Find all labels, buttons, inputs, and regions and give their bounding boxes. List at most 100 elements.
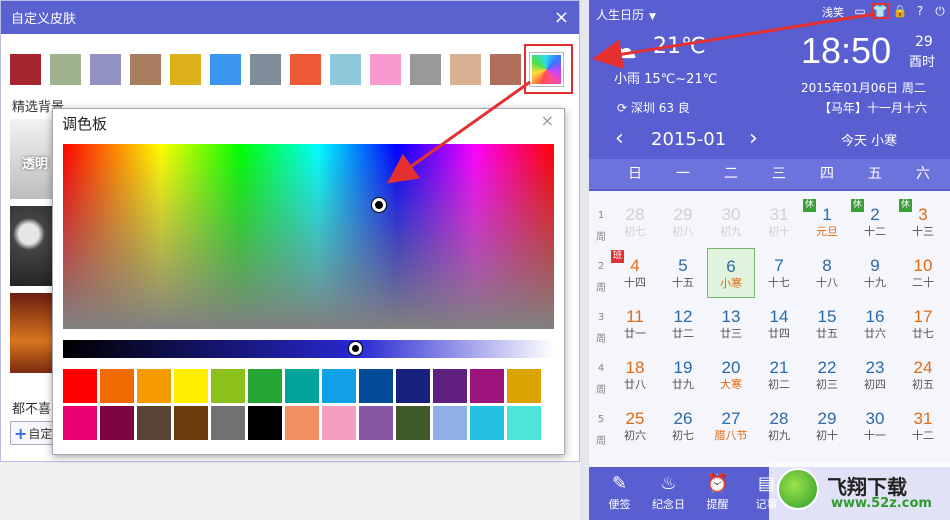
color-swatch[interactable] — [130, 54, 161, 85]
preset-color[interactable] — [137, 369, 171, 403]
skin-shirt-icon[interactable]: 👕 — [871, 3, 889, 19]
day-cell[interactable]: 7 十七 — [755, 248, 803, 298]
toolbar-button[interactable]: ✎ 便签 — [595, 467, 644, 520]
preset-color[interactable] — [248, 369, 282, 403]
day-cell[interactable]: 15 廿五 — [803, 299, 851, 349]
today-button[interactable]: 今天 小寒 — [841, 130, 897, 149]
preset-color[interactable] — [63, 406, 97, 440]
day-cell[interactable]: 9 十九 — [851, 248, 899, 298]
preset-color[interactable] — [174, 406, 208, 440]
day-cell[interactable]: 2 十二休 — [851, 197, 899, 247]
toolbar-button[interactable]: ♨ 纪念日 — [644, 467, 693, 520]
day-number: 26 — [673, 409, 693, 428]
color-spectrum[interactable] — [63, 144, 554, 329]
day-cell[interactable]: 30 十一 — [851, 401, 899, 451]
preset-color[interactable] — [433, 369, 467, 403]
preset-color[interactable] — [137, 406, 171, 440]
day-cell[interactable]: 6 小寒 — [707, 248, 755, 298]
color-swatch[interactable] — [490, 54, 521, 85]
city-aqi[interactable]: ⟳ 深圳 63 良 — [617, 99, 690, 116]
color-swatch[interactable] — [290, 54, 321, 85]
preset-color[interactable] — [470, 406, 504, 440]
day-cell[interactable]: 28 初九 — [755, 401, 803, 451]
preset-color[interactable] — [359, 369, 393, 403]
color-swatch[interactable] — [370, 54, 401, 85]
day-cell[interactable]: 3 十三休 — [899, 197, 947, 247]
day-cell[interactable]: 17 廿七 — [899, 299, 947, 349]
day-cell[interactable]: 19 廿九 — [659, 350, 707, 400]
day-cell[interactable]: 23 初四 — [851, 350, 899, 400]
day-cell[interactable]: 22 初三 — [803, 350, 851, 400]
background-thumbnail-lantern[interactable] — [10, 293, 52, 373]
preset-color[interactable] — [507, 406, 541, 440]
day-cell[interactable]: 28 初七 — [611, 197, 659, 247]
prev-month-icon[interactable]: ‹ — [615, 126, 624, 151]
day-cell[interactable]: 29 初八 — [659, 197, 707, 247]
preset-color[interactable] — [322, 406, 356, 440]
preset-color[interactable] — [211, 406, 245, 440]
preset-color[interactable] — [63, 369, 97, 403]
day-cell[interactable]: 24 初五 — [899, 350, 947, 400]
close-icon[interactable]: × — [554, 8, 569, 27]
day-cell[interactable]: 29 初十 — [803, 401, 851, 451]
day-cell[interactable]: 8 十八 — [803, 248, 851, 298]
day-cell[interactable]: 20 大寒 — [707, 350, 755, 400]
day-cell[interactable]: 21 初二 — [755, 350, 803, 400]
day-cell[interactable]: 4 十四班 — [611, 248, 659, 298]
brightness-slider[interactable] — [63, 340, 554, 358]
app-name-menu[interactable]: 人生日历 ▼ — [596, 6, 656, 23]
preset-color[interactable] — [100, 406, 134, 440]
background-thumbnail-moon[interactable] — [10, 206, 52, 286]
palette-close-icon[interactable]: × — [541, 111, 554, 130]
color-swatch[interactable] — [10, 54, 41, 85]
color-swatch[interactable] — [450, 54, 481, 85]
color-swatch[interactable] — [170, 54, 201, 85]
day-cell[interactable]: 18 廿八 — [611, 350, 659, 400]
day-cell[interactable]: 10 二十 — [899, 248, 947, 298]
help-icon[interactable]: ? — [911, 3, 929, 19]
day-cell[interactable]: 31 十二 — [899, 401, 947, 451]
power-icon[interactable]: ⏻ — [931, 3, 949, 19]
day-cell[interactable]: 13 廿三 — [707, 299, 755, 349]
preset-color[interactable] — [359, 406, 393, 440]
day-cell[interactable]: 1 元旦休 — [803, 197, 851, 247]
message-icon[interactable]: ▭ — [851, 3, 869, 19]
preset-color[interactable] — [248, 406, 282, 440]
spectrum-picker-cursor[interactable] — [372, 198, 386, 212]
day-cell[interactable]: 5 十五 — [659, 248, 707, 298]
preset-color[interactable] — [396, 406, 430, 440]
brightness-slider-handle[interactable] — [349, 342, 362, 355]
preset-color[interactable] — [174, 369, 208, 403]
preset-color[interactable] — [285, 369, 319, 403]
preset-color[interactable] — [433, 406, 467, 440]
month-label[interactable]: 2015-01 — [651, 129, 726, 150]
preset-color[interactable] — [285, 406, 319, 440]
day-cell[interactable]: 27 腊八节 — [707, 401, 755, 451]
user-name[interactable]: 浅笑 — [822, 4, 844, 20]
preset-color[interactable] — [211, 369, 245, 403]
lock-icon[interactable]: 🔒 — [891, 3, 909, 19]
color-swatch[interactable] — [50, 54, 81, 85]
color-swatch[interactable] — [410, 54, 441, 85]
preset-color[interactable] — [507, 369, 541, 403]
day-cell[interactable]: 12 廿二 — [659, 299, 707, 349]
day-cell[interactable]: 16 廿六 — [851, 299, 899, 349]
color-swatch[interactable] — [330, 54, 361, 85]
preset-color[interactable] — [470, 369, 504, 403]
next-month-icon[interactable]: › — [749, 126, 758, 151]
add-custom-button[interactable]: + 自定 — [10, 421, 56, 445]
day-cell[interactable]: 26 初七 — [659, 401, 707, 451]
day-cell[interactable]: 14 廿四 — [755, 299, 803, 349]
day-cell[interactable]: 31 初十 — [755, 197, 803, 247]
day-cell[interactable]: 25 初六 — [611, 401, 659, 451]
day-cell[interactable]: 11 廿一 — [611, 299, 659, 349]
toolbar-button[interactable]: ⏰ 提醒 — [693, 467, 742, 520]
preset-color[interactable] — [322, 369, 356, 403]
background-thumbnail-transparent[interactable]: 透明 — [10, 119, 52, 199]
preset-color[interactable] — [396, 369, 430, 403]
preset-color[interactable] — [100, 369, 134, 403]
color-swatch[interactable] — [210, 54, 241, 85]
color-swatch[interactable] — [250, 54, 281, 85]
day-cell[interactable]: 30 初九 — [707, 197, 755, 247]
color-swatch[interactable] — [90, 54, 121, 85]
